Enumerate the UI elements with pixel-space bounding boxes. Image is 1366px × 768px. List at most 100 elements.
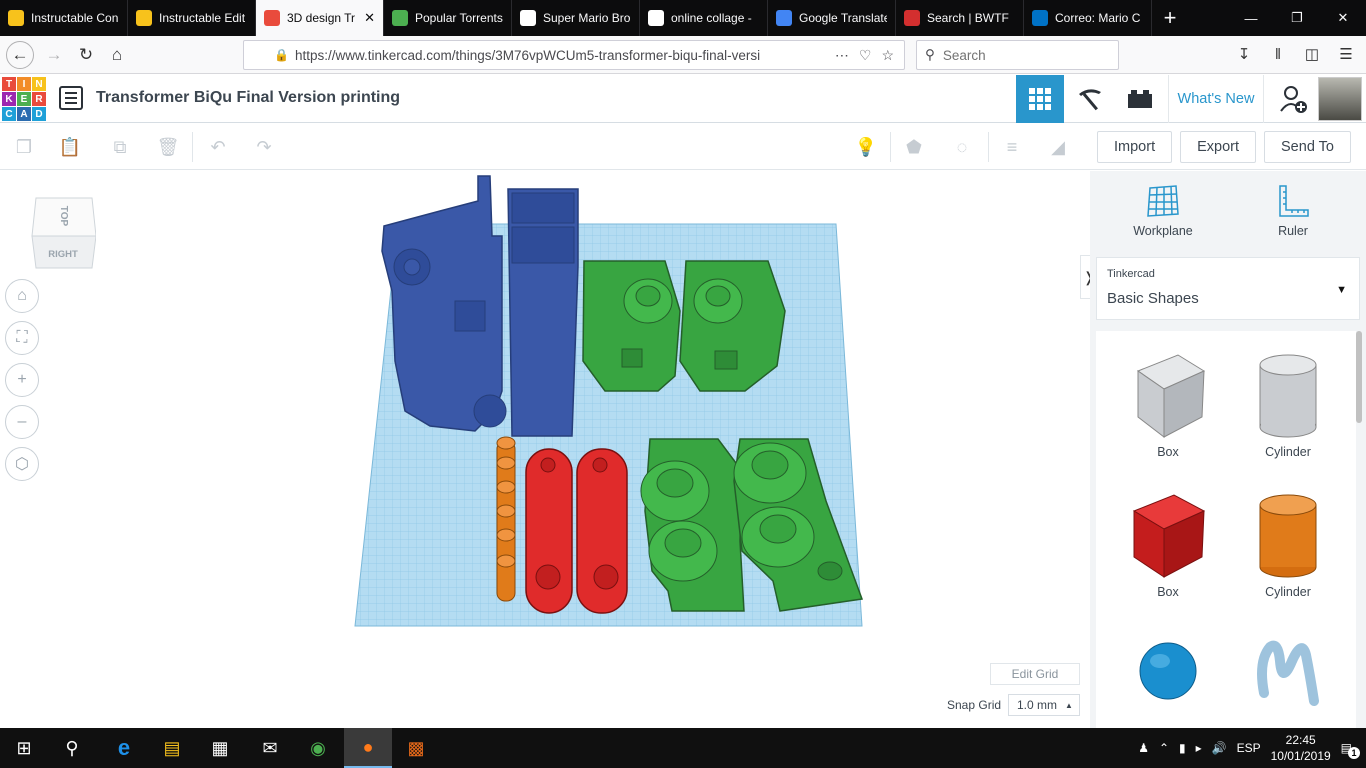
scene[interactable] [0,171,1090,728]
lightbulb-icon[interactable]: 💡 [852,133,880,161]
browser-tab[interactable]: Popular Torrents [384,0,512,36]
shape-library-select[interactable]: Tinkercad Basic Shapes ▼ [1096,257,1360,320]
people-icon[interactable]: ♟ [1138,741,1149,755]
store-icon[interactable]: ▦ [196,728,244,768]
browser-tab[interactable]: Search | BWTF [896,0,1024,36]
battery-icon[interactable]: ▮ [1179,741,1186,755]
forward-button[interactable]: → [40,41,68,69]
tinkercad-logo[interactable]: TIN KER CAD [2,77,46,121]
undo-icon[interactable]: ↶ [204,133,232,161]
shape-label: Cylinder [1265,585,1311,599]
browser-tab[interactable]: Correo: Mario C [1024,0,1152,36]
start-icon[interactable]: ⊞ [0,728,48,768]
file-explorer-icon[interactable]: ▤ [148,728,196,768]
logo-letter: K [2,92,16,106]
browser-tab[interactable]: online collage - [640,0,768,36]
shape-cylinder-hole[interactable]: Cylinder [1233,351,1343,459]
ruler-tool[interactable]: Ruler [1258,184,1328,238]
browser-tab[interactable]: Instructable Con [0,0,128,36]
duplicate-icon[interactable]: ⧉ [106,133,134,161]
tab-label: Correo: Mario C [1055,11,1141,25]
sidebar-scrollbar[interactable] [1356,331,1362,423]
notification-icon[interactable]: ▤ 1 [1341,741,1360,759]
snap-grid-select[interactable]: 1.0 mm ▲ [1008,694,1080,716]
orange-pegs[interactable] [496,436,516,602]
user-avatar[interactable] [1318,77,1362,121]
bookmark-star-icon[interactable]: ☆ [881,47,894,64]
group-icon[interactable]: ⬟ [900,133,928,161]
chevron-up-icon[interactable]: ⌃ [1159,741,1169,755]
close-window-button[interactable]: ✕ [1320,0,1366,36]
home-button[interactable]: ⌂ [103,41,131,69]
add-user-icon[interactable] [1270,75,1316,123]
green-block-left[interactable] [582,260,681,392]
shape-scribble[interactable] [1233,631,1343,715]
red-bar-left[interactable] [525,448,573,614]
download-icon[interactable]: ↧ [1234,42,1254,66]
chrome-icon[interactable]: ◉ [294,728,342,768]
search-icon[interactable]: ⚲ [48,728,96,768]
chevron-up-icon: ▲ [1065,700,1073,710]
search-input[interactable]: ⚲ Search [916,40,1119,70]
green-block-right[interactable] [679,260,786,392]
logo-letter: R [32,92,46,106]
bricks-icon[interactable] [1116,75,1164,123]
reload-button[interactable]: ↻ [72,41,100,69]
url-bar[interactable]: 🔒 https://www.tinkercad.com/things/3M76v… [243,40,905,70]
export-button[interactable]: Export [1180,130,1257,163]
sphere-icon [1139,642,1197,700]
browser-tab[interactable]: Instructable Edit [128,0,256,36]
library-icon[interactable]: ‖ [1268,42,1288,66]
workplane-tool[interactable]: Workplane [1128,184,1198,238]
redo-icon[interactable]: ↷ [250,133,278,161]
whats-new-link[interactable]: What's New [1168,75,1264,123]
cylinder-icon [1259,494,1317,578]
maximize-button[interactable]: ❐ [1274,0,1320,36]
new-tab-button[interactable]: + [1152,0,1188,36]
language-indicator[interactable]: ESP [1237,741,1261,755]
3d-viewport[interactable]: TOP RIGHT ⌂ ⛶ + – ⬡ Edit Grid Snap Grid … [0,171,1090,728]
menu-icon[interactable]: ☰ [1336,42,1356,66]
edit-grid-button[interactable]: Edit Grid [990,663,1080,685]
notification-count: 1 [1348,747,1360,759]
firefox-icon[interactable]: ● [344,728,392,768]
shape-cylinder[interactable]: Cylinder [1233,491,1343,599]
edge-icon[interactable]: e [100,728,148,768]
blue-robot-part[interactable] [381,175,579,437]
logo-letter: A [17,107,31,121]
network-icon[interactable]: ▸ [1196,741,1202,755]
project-title[interactable]: Transformer BiQu Final Version printing [96,89,400,107]
import-export-bar: Import Export Send To [1090,124,1366,170]
shape-box[interactable]: Box [1113,491,1223,599]
mail-icon[interactable]: ✉ [246,728,294,768]
align-icon[interactable]: ≡ [998,133,1026,161]
scribble-icon [1257,640,1319,706]
workplane-label: Workplane [1133,224,1193,238]
browser-tab[interactable]: Super Mario Bro [512,0,640,36]
mirror-icon[interactable]: ◢ [1044,133,1072,161]
copy-icon[interactable]: ❐ [10,133,38,161]
red-bar-right[interactable] [576,448,628,614]
shape-box-hole[interactable]: Box [1113,351,1223,459]
clock[interactable]: 22:45 10/01/2019 [1266,732,1336,764]
ungroup-icon[interactable]: ◌ [948,133,976,161]
grid-view-icon[interactable] [1016,75,1064,123]
send-to-button[interactable]: Send To [1264,130,1351,163]
minimize-button[interactable]: — [1228,0,1274,36]
favicon-icon [1032,10,1048,26]
close-tab-icon[interactable]: ✕ [364,10,375,26]
app-icon[interactable]: ▩ [392,728,440,768]
browser-tab[interactable]: Google Translate [768,0,896,36]
sidebar-icon[interactable]: ◫ [1302,42,1322,66]
pickaxe-icon[interactable] [1066,75,1114,123]
paste-icon[interactable]: 📋 [56,133,84,161]
browser-tab[interactable]: 3D design Tr ✕ [256,0,384,36]
pocket-icon[interactable]: ♡ [859,47,872,64]
page-actions-icon[interactable]: ⋯ [835,47,849,64]
design-list-icon[interactable] [59,86,83,110]
back-button[interactable]: ← [6,41,34,69]
delete-icon[interactable]: 🗑 [154,133,182,161]
volume-icon[interactable]: 🔊 [1212,741,1227,755]
import-button[interactable]: Import [1097,130,1173,163]
shape-sphere[interactable] [1113,631,1223,715]
